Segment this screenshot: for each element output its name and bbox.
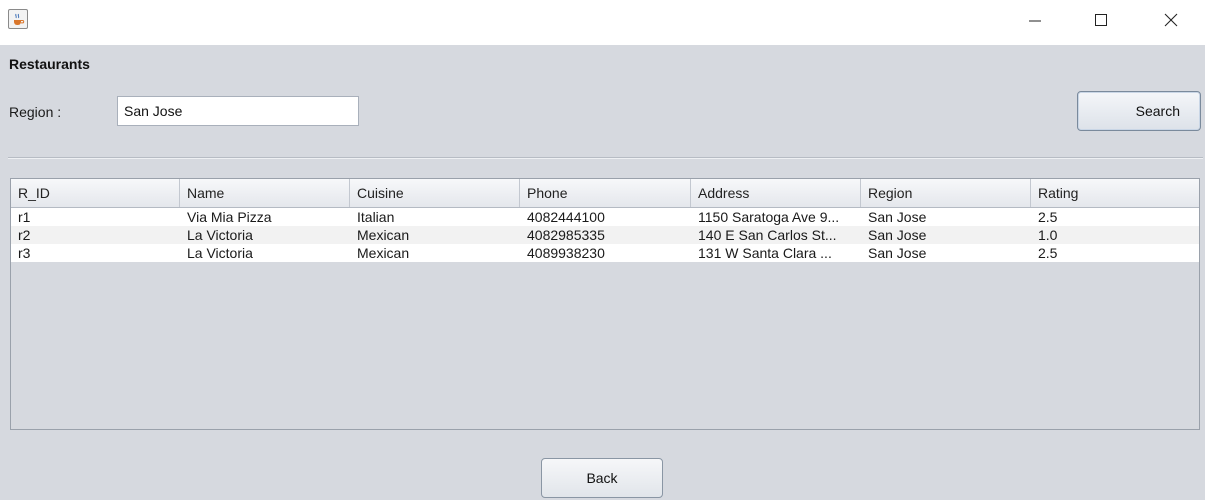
cell-r-id: r1 (18, 209, 31, 225)
maximize-button[interactable] (1078, 0, 1124, 40)
cell-cuisine: Italian (357, 209, 395, 225)
table-body: r1 Via Mia Pizza Italian 4082444100 1150… (11, 208, 1199, 262)
cell-address: 131 W Santa Clara ... (698, 245, 832, 261)
table-row[interactable]: r1 Via Mia Pizza Italian 4082444100 1150… (11, 208, 1199, 226)
column-header-r-id[interactable]: R_ID (11, 179, 180, 207)
region-input[interactable] (117, 96, 359, 126)
column-header-region[interactable]: Region (861, 179, 1031, 207)
table-row[interactable]: r2 La Victoria Mexican 4082985335 140 E … (11, 226, 1199, 244)
table-header: R_ID Name Cuisine Phone Address Region R… (11, 179, 1199, 208)
column-header-phone[interactable]: Phone (520, 179, 691, 207)
cell-phone: 4082444100 (527, 209, 605, 225)
title-bar (0, 0, 1205, 45)
cell-region: San Jose (868, 209, 927, 225)
cell-cuisine: Mexican (357, 227, 410, 243)
cell-region: San Jose (868, 245, 927, 261)
column-header-rating[interactable]: Rating (1031, 179, 1199, 207)
close-icon (1164, 13, 1178, 27)
column-header-cuisine[interactable]: Cuisine (350, 179, 520, 207)
cell-region: San Jose (868, 227, 927, 243)
cell-cuisine: Mexican (357, 245, 410, 261)
minimize-icon (1029, 20, 1041, 22)
cell-r-id: r2 (18, 227, 31, 243)
cell-phone: 4082985335 (527, 227, 605, 243)
cell-name: Via Mia Pizza (187, 209, 272, 225)
cell-rating: 2.5 (1038, 209, 1058, 225)
page-title: Restaurants (9, 56, 90, 72)
maximize-icon (1095, 14, 1107, 26)
close-button[interactable] (1148, 0, 1194, 40)
cell-name: La Victoria (187, 245, 253, 261)
cell-r-id: r3 (18, 245, 31, 261)
cell-address: 140 E San Carlos St... (698, 227, 837, 243)
minimize-button[interactable] (1012, 0, 1058, 40)
back-button[interactable]: Back (541, 458, 663, 498)
search-button[interactable]: Search (1077, 91, 1201, 131)
region-label: Region : (9, 104, 62, 120)
main-panel: Restaurants Region : Search R_ID Name Cu… (0, 45, 1205, 500)
cell-rating: 2.5 (1038, 245, 1058, 261)
cell-phone: 4089938230 (527, 245, 605, 261)
column-header-name[interactable]: Name (180, 179, 350, 207)
cell-address: 1150 Saratoga Ave 9... (698, 209, 840, 225)
table-row[interactable]: r3 La Victoria Mexican 4089938230 131 W … (11, 244, 1199, 262)
cell-rating: 1.0 (1038, 227, 1058, 243)
separator (8, 157, 1203, 159)
column-header-address[interactable]: Address (691, 179, 861, 207)
java-coffee-icon[interactable] (8, 9, 28, 29)
restaurants-table[interactable]: R_ID Name Cuisine Phone Address Region R… (10, 178, 1200, 430)
cell-name: La Victoria (187, 227, 253, 243)
